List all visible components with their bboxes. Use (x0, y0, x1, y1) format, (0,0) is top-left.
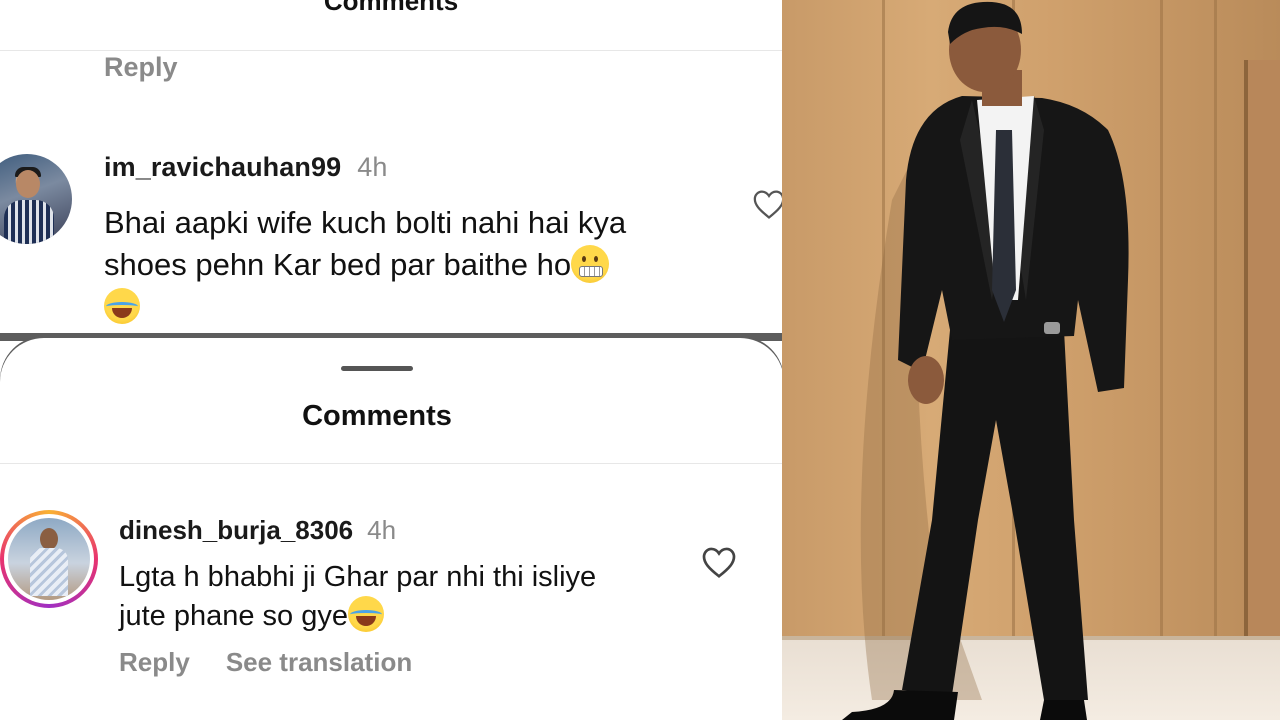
divider (0, 50, 782, 51)
comment-actions: Reply See translation (119, 647, 412, 678)
comment-line-with-emoji: shoes pehn Kar bed par baithe ho (104, 244, 744, 286)
comment-text: Bhai aapki wife kuch bolti nahi hai kya … (104, 202, 744, 328)
reply-button[interactable]: Reply (104, 52, 178, 83)
tears-of-joy-emoji-icon (347, 596, 384, 632)
man-in-suit-figure (842, 1, 1129, 720)
comment-author: im_ravichauhan99 4h (104, 152, 387, 183)
bottom-comments-sheet: Comments dinesh_burja_8306 4h Lgta h bhab… (0, 338, 782, 720)
comment-line: shoes pehn Kar bed par baithe ho (104, 247, 572, 282)
username[interactable]: im_ravichauhan99 (104, 152, 341, 182)
comments-title: Comments (323, 0, 459, 16)
username[interactable]: dinesh_burja_8306 (119, 515, 353, 545)
avatar (8, 518, 90, 600)
comment-line-with-emoji: jute phane so gye (119, 596, 679, 635)
top-comments-panel: Comments Reply im_ravichauhan99 4h Bhai a… (0, 0, 782, 336)
see-translation-button[interactable]: See translation (226, 647, 412, 677)
comment-line: Lgta h bhabhi ji Ghar par nhi thi isliye (119, 561, 597, 593)
comment-author: dinesh_burja_8306 4h (119, 515, 396, 546)
like-heart-icon[interactable] (752, 188, 782, 220)
comment-line: Bhai aapki wife kuch bolti nahi hai kya (104, 205, 627, 240)
sheet-drag-handle[interactable] (341, 366, 413, 371)
comment-screenshots: Comments Reply im_ravichauhan99 4h Bhai a… (0, 0, 782, 720)
comments-title: Comments (302, 400, 452, 432)
emoji-line (104, 286, 744, 328)
avatar[interactable] (0, 154, 72, 244)
comment-timestamp: 4h (367, 515, 397, 545)
photo-man-in-suit (782, 0, 1280, 720)
grimacing-face-emoji-icon (571, 245, 610, 283)
comment-line: jute phane so gye (119, 600, 348, 632)
like-heart-icon[interactable] (701, 545, 737, 579)
reply-button[interactable]: Reply (119, 647, 190, 677)
divider (0, 463, 782, 464)
comment-timestamp: 4h (357, 152, 388, 182)
comment-text: Lgta h bhabhi ji Ghar par nhi thi isliye… (119, 559, 679, 635)
tears-of-joy-emoji-icon (104, 288, 140, 324)
story-ring-avatar[interactable] (0, 510, 98, 608)
